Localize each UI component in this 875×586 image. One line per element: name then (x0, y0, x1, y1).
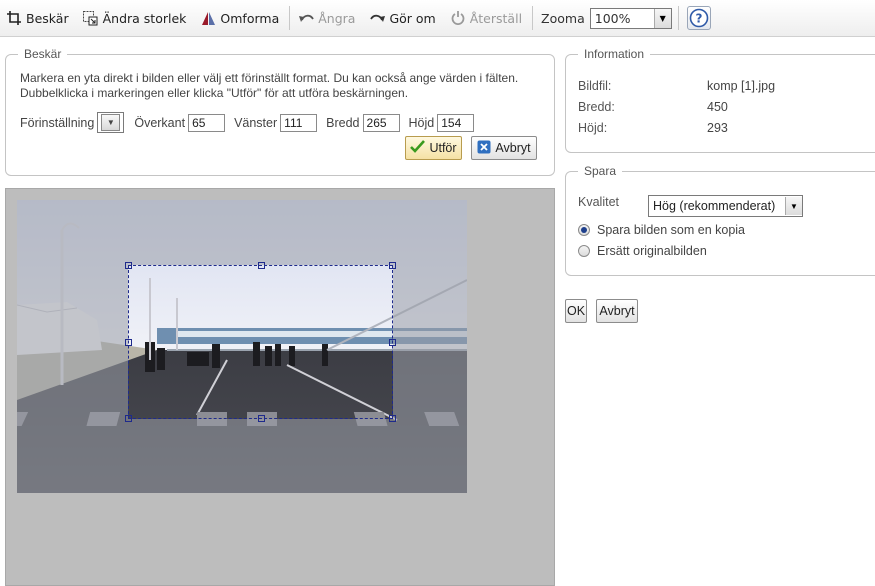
save-legend: Spara (578, 164, 623, 178)
transform-tool-label: Omforma (220, 10, 280, 26)
image-height-label: Höjd: (578, 121, 608, 135)
top-label: Överkant (134, 115, 186, 130)
width-label: Bredd (326, 115, 360, 130)
redo-button[interactable]: Gör om (369, 10, 436, 26)
toolbar: Beskär Ändra storlek Omforma Ångra Gör o… (0, 0, 875, 37)
close-icon (477, 140, 491, 157)
file-value: komp [1].jpg (707, 79, 776, 93)
left-label: Vänster (234, 115, 278, 130)
preset-label: Förinställning (20, 115, 95, 130)
information-panel: Information Bildfil: komp [1].jpg Bredd:… (565, 47, 875, 153)
image-canvas[interactable] (5, 188, 555, 586)
crop-instructions-line2: Dubbelklicka i markeringen eller klicka … (20, 86, 409, 100)
apply-button[interactable]: Utför (405, 136, 462, 160)
file-label: Bildfil: (578, 79, 612, 93)
chevron-down-icon[interactable]: ▼ (101, 114, 121, 131)
crop-tool-button[interactable]: Beskär (6, 10, 69, 26)
height-input[interactable] (437, 113, 475, 132)
resize-tool-label: Ändra storlek (102, 10, 187, 26)
resize-handle-ne[interactable] (389, 262, 396, 269)
crop-icon (6, 10, 22, 26)
crop-cancel-label: Avbryt (495, 141, 531, 155)
image-width-label: Bredd: (578, 100, 615, 114)
help-icon: ? (689, 8, 709, 28)
image-height-value: 293 (707, 121, 728, 135)
height-label: Höjd (408, 115, 435, 130)
resize-handle-sw[interactable] (125, 415, 132, 422)
save-as-copy-radio[interactable] (578, 224, 590, 236)
toolbar-divider (289, 6, 291, 30)
left-input[interactable] (280, 113, 318, 132)
save-panel: Spara Kvalitet Hög (rekommenderat) ▼ Spa… (565, 164, 875, 276)
redo-label: Gör om (389, 10, 436, 26)
chevron-down-icon[interactable]: ▼ (785, 197, 802, 215)
replace-original-label: Ersätt originalbilden (597, 244, 707, 258)
quality-select[interactable]: Hög (rekommenderat) ▼ (648, 195, 803, 217)
reset-icon (450, 10, 466, 26)
crop-panel: Beskär Markera en yta direkt i bilden el… (5, 47, 555, 176)
photo[interactable] (17, 200, 467, 493)
replace-original-radio[interactable] (578, 245, 590, 257)
resize-icon (83, 10, 99, 26)
resize-handle-e[interactable] (389, 339, 396, 346)
resize-handle-w[interactable] (125, 339, 132, 346)
top-input[interactable] (188, 113, 226, 132)
toolbar-divider (677, 6, 679, 30)
dialog-cancel-label: Avbryt (599, 304, 635, 318)
replace-original-option[interactable]: Ersätt originalbilden (578, 244, 707, 258)
crop-cancel-button[interactable]: Avbryt (471, 136, 537, 160)
reset-label: Återställ (469, 10, 523, 26)
crop-instructions: Markera en yta direkt i bilden eller väl… (20, 71, 545, 101)
chevron-down-icon[interactable]: ▼ (653, 8, 671, 28)
ok-button[interactable]: OK (565, 299, 587, 323)
crop-selection[interactable] (125, 262, 396, 422)
zoom-label: Zooma (541, 10, 585, 26)
resize-handle-nw[interactable] (125, 262, 132, 269)
crop-fields-row: Förinställning ▼ Överkant Vänster Bredd … (20, 112, 483, 133)
ok-label: OK (566, 304, 586, 318)
toolbar-divider (532, 6, 534, 30)
zoom-select[interactable]: 100% ▼ (589, 7, 672, 29)
resize-tool-button[interactable]: Ändra storlek (83, 10, 187, 26)
preset-select[interactable]: ▼ (97, 112, 125, 133)
information-legend: Information (578, 47, 651, 61)
width-input[interactable] (362, 113, 400, 132)
help-button[interactable]: ? (686, 6, 711, 30)
crop-instructions-line1: Markera en yta direkt i bilden eller väl… (20, 71, 519, 85)
dialog-cancel-button[interactable]: Avbryt (596, 299, 638, 323)
image-width-value: 450 (707, 100, 728, 114)
save-as-copy-label: Spara bilden som en kopia (597, 223, 746, 237)
zoom-value: 100% (594, 10, 631, 26)
transform-tool-button[interactable]: Omforma (200, 10, 279, 26)
quality-value: Hög (rekommenderat) (653, 199, 776, 213)
undo-label: Ångra (318, 10, 356, 26)
help-button-label: ? (695, 12, 702, 26)
check-icon (410, 140, 426, 156)
crop-tool-label: Beskär (26, 10, 69, 26)
apply-label: Utför (429, 141, 457, 155)
resize-handle-s[interactable] (258, 415, 265, 422)
reset-button[interactable]: Återställ (450, 10, 522, 26)
resize-handle-se[interactable] (389, 415, 396, 422)
quality-label: Kvalitet (578, 195, 619, 209)
save-as-copy-option[interactable]: Spara bilden som en kopia (578, 223, 745, 237)
undo-button[interactable]: Ångra (298, 10, 355, 26)
crop-panel-legend: Beskär (18, 47, 68, 61)
undo-icon (298, 10, 314, 26)
redo-icon (369, 10, 385, 26)
transform-icon (200, 10, 216, 26)
resize-handle-n[interactable] (258, 262, 265, 269)
